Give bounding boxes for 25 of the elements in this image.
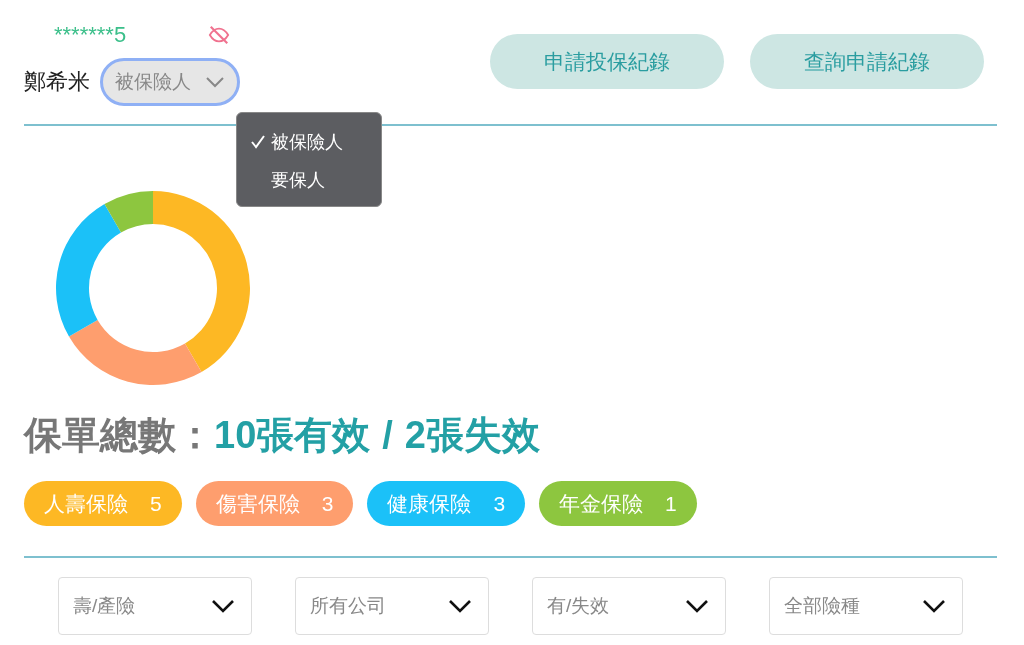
caret-icon bbox=[211, 599, 235, 613]
check-icon bbox=[251, 135, 265, 149]
category-chip[interactable]: 人壽保險 5 bbox=[24, 481, 182, 526]
separator: / bbox=[382, 414, 393, 457]
caret-icon bbox=[685, 599, 709, 613]
person-name: 鄭希米 bbox=[24, 68, 90, 96]
caret-icon bbox=[922, 599, 946, 613]
masked-account-number: *******5 bbox=[54, 22, 127, 48]
action-button[interactable]: 申請投保紀錄 bbox=[490, 34, 724, 89]
category-chip[interactable]: 健康保險 3 bbox=[367, 481, 526, 526]
menu-item[interactable]: 被保險人 bbox=[237, 123, 381, 161]
category-chip[interactable]: 傷害保險 3 bbox=[195, 481, 354, 526]
invalid-count: 2張失效 bbox=[404, 413, 540, 458]
filter-select[interactable]: 有/失效 bbox=[532, 577, 726, 635]
filter-select[interactable]: 所有公司 bbox=[295, 577, 489, 635]
filter-select[interactable]: 壽/產險 bbox=[58, 577, 252, 635]
caret-icon bbox=[448, 599, 472, 613]
valid-count: 10張有效 bbox=[214, 413, 371, 458]
menu-item[interactable]: 要保人 bbox=[237, 161, 381, 199]
summary-label: 保單總數： bbox=[24, 413, 214, 458]
caret-icon bbox=[205, 76, 225, 88]
category-chip[interactable]: 年金保險 1 bbox=[539, 481, 697, 526]
filter-select[interactable]: 全部險種 bbox=[769, 577, 963, 635]
action-button[interactable]: 查詢申請紀錄 bbox=[750, 34, 984, 89]
role-select[interactable]: 被保險人 bbox=[100, 58, 240, 106]
